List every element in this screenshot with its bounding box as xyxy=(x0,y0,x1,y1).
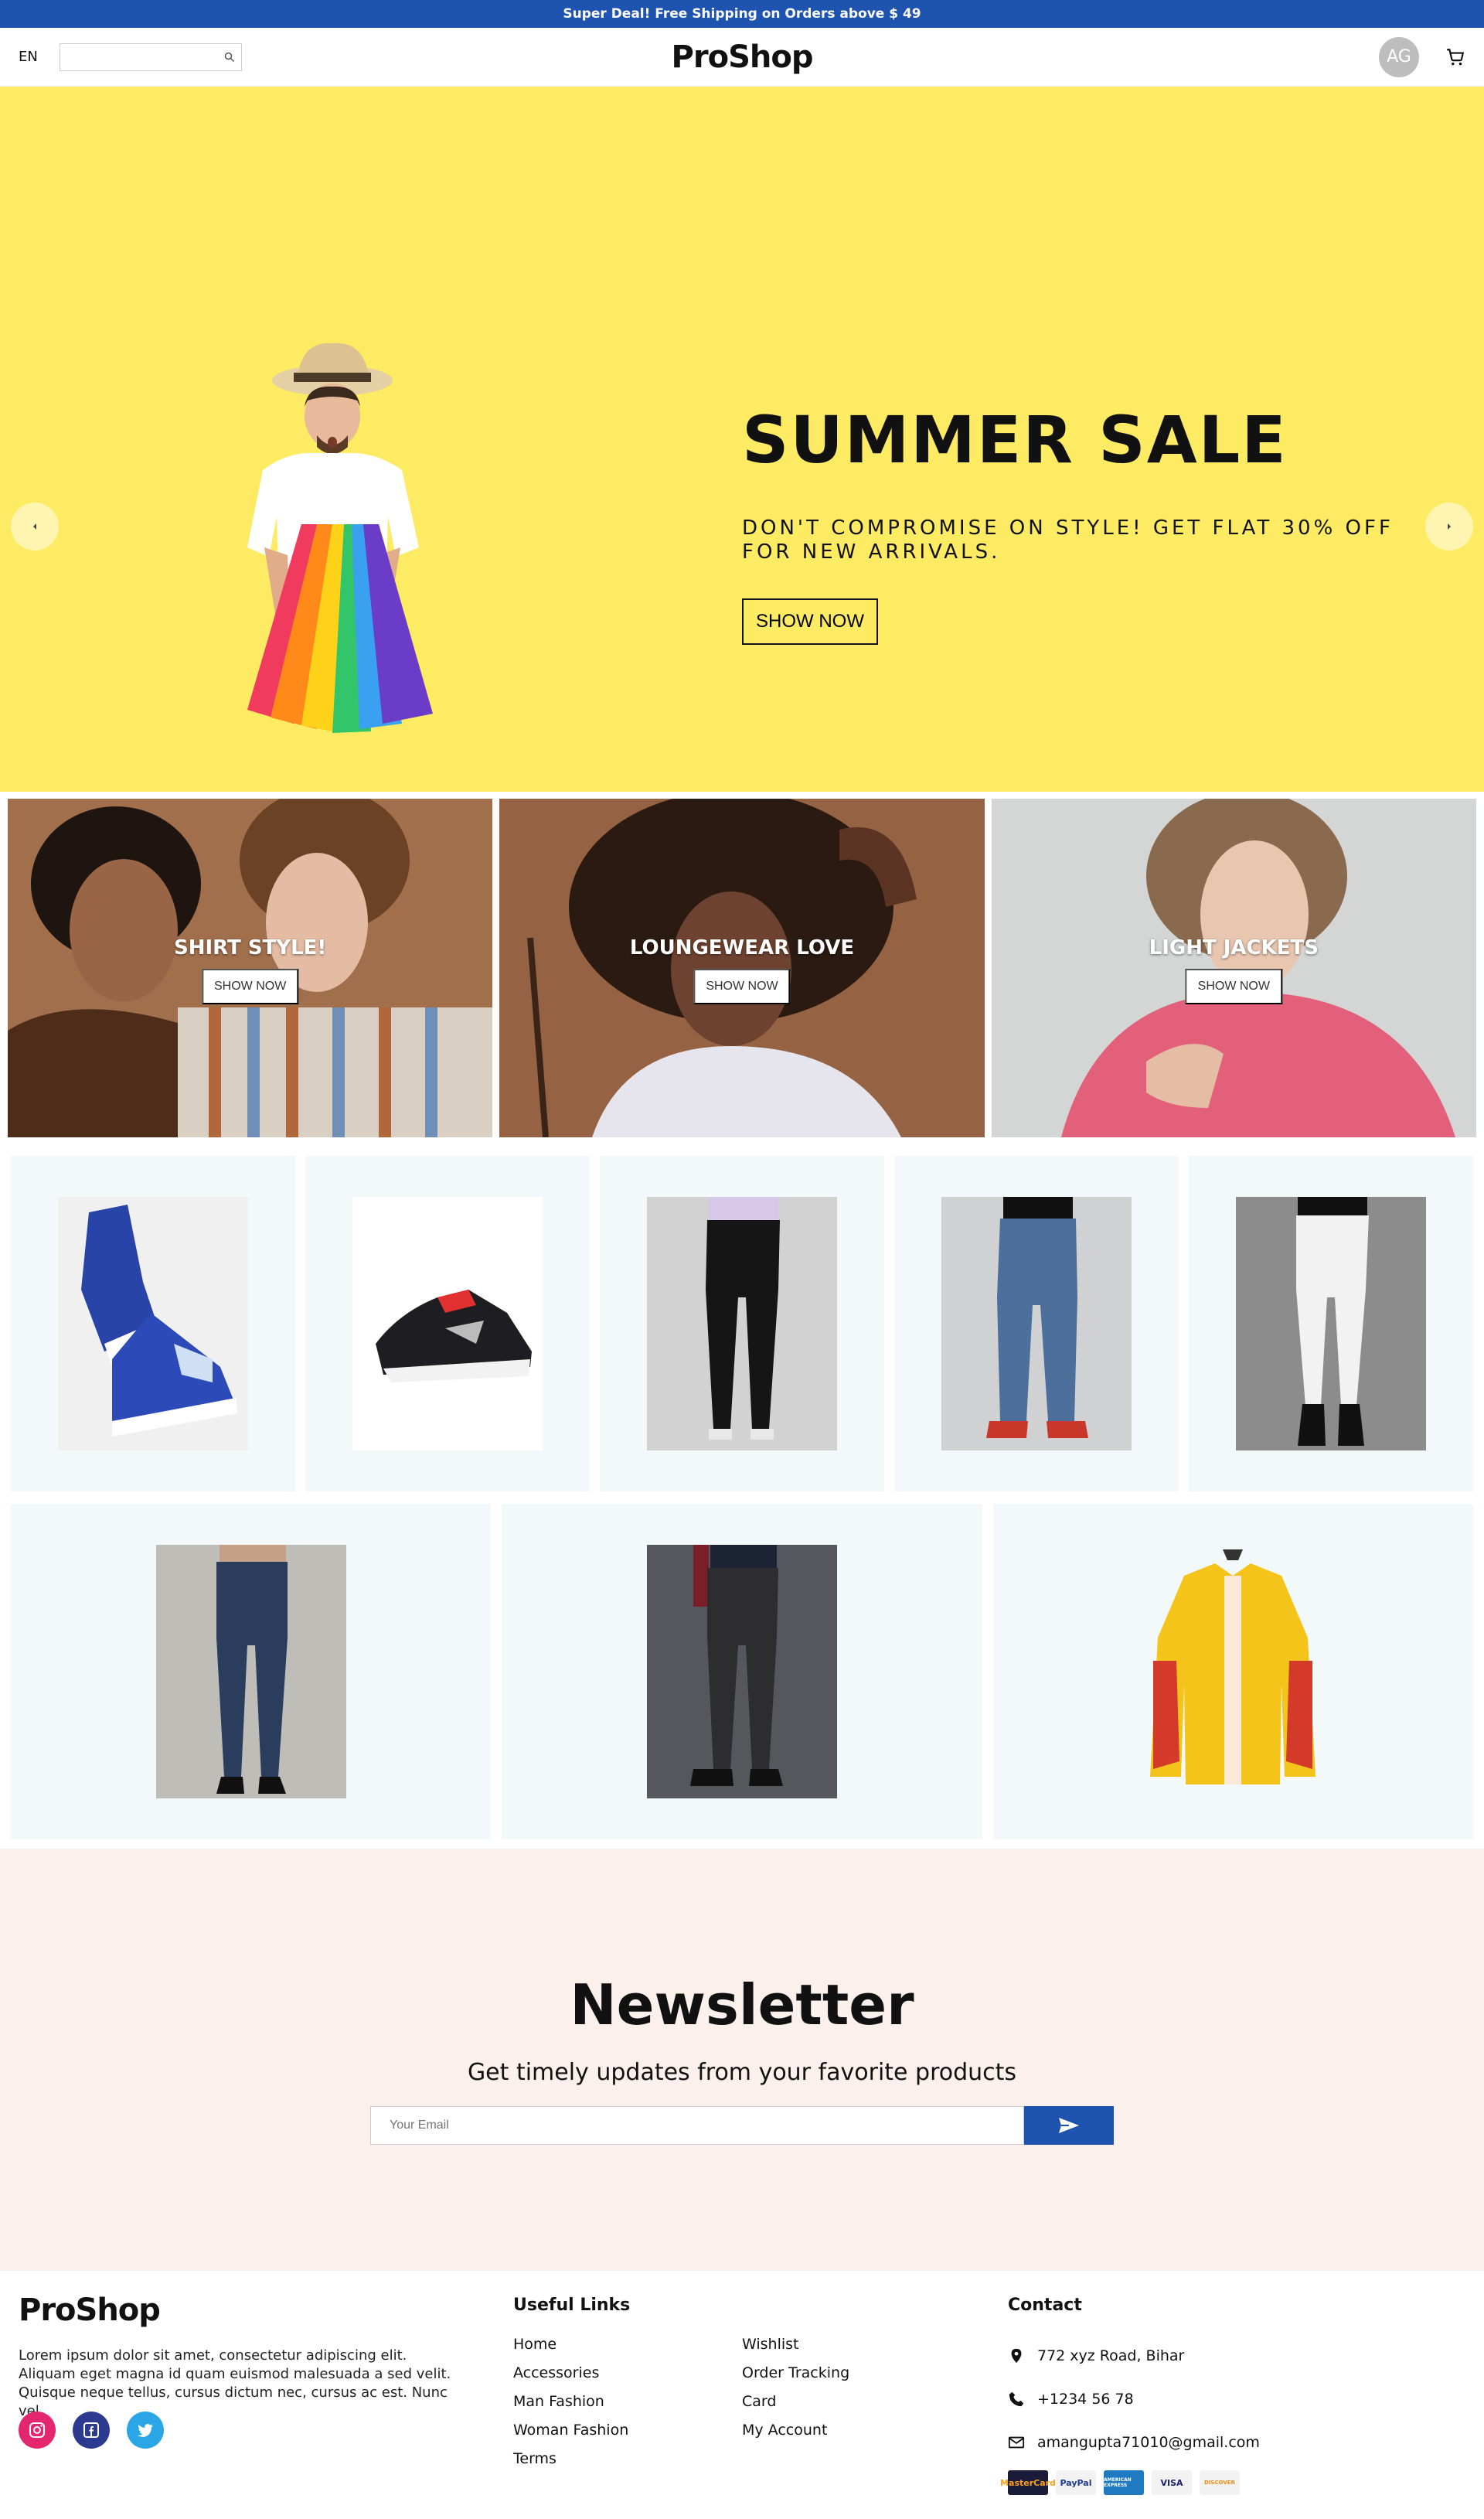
product-image-black-skinny-jeans xyxy=(647,1197,837,1450)
useful-links-col-1: Home Accessories Man Fashion Woman Fashi… xyxy=(513,2336,628,2479)
product-image-yellow-denim-jacket xyxy=(1138,1545,1329,1798)
product-card[interactable] xyxy=(305,1156,590,1491)
email-field[interactable] xyxy=(370,2106,1024,2145)
product-card[interactable] xyxy=(894,1156,1179,1491)
footer-link-my-account[interactable]: My Account xyxy=(742,2422,849,2450)
cart-icon[interactable] xyxy=(1445,47,1465,67)
location-pin-icon xyxy=(1011,2348,1022,2364)
product-card[interactable] xyxy=(502,1504,982,1839)
contact-heading: Contact xyxy=(1008,2296,1082,2315)
paypal-icon: PayPal xyxy=(1056,2470,1096,2495)
product-image-blue-mom-jeans xyxy=(941,1197,1132,1450)
send-button[interactable] xyxy=(1024,2106,1114,2145)
footer-logo[interactable]: ProShop xyxy=(19,2292,161,2328)
category-show-now-button[interactable]: SHOW NOW xyxy=(693,969,791,1004)
nav-right: AG xyxy=(1379,36,1465,77)
category-image-shirts xyxy=(8,799,493,1137)
hero-show-now-button[interactable]: SHOW NOW xyxy=(742,598,878,645)
product-card[interactable] xyxy=(11,1504,492,1839)
product-grid-row-2 xyxy=(0,1504,1484,1839)
hero-subtitle: DON'T COMPROMISE ON STYLE! GET FLAT 30% … xyxy=(742,516,1394,564)
phone-icon xyxy=(1009,2391,1024,2407)
category-image-loungewear xyxy=(499,799,985,1137)
discover-icon: DISCOVER xyxy=(1200,2470,1240,2495)
navbar: EN ProShop AG xyxy=(0,28,1484,87)
newsletter-title: Newsletter xyxy=(570,1972,914,2037)
promo-text: Super Deal! Free Shipping on Orders abov… xyxy=(563,6,921,22)
contact-phone: +1234 56 78 xyxy=(1008,2378,1260,2421)
mail-icon xyxy=(1008,2436,1025,2449)
category-title: SHIRT STYLE! xyxy=(174,936,327,960)
language-selector[interactable]: EN xyxy=(19,49,38,65)
useful-links-heading: Useful Links xyxy=(513,2296,631,2315)
amex-icon: AMERICAN EXPRESS xyxy=(1104,2470,1144,2495)
product-image-black-running-shoe xyxy=(352,1197,543,1450)
site-logo[interactable]: ProShop xyxy=(672,39,814,75)
footer-description: Lorem ipsum dolor sit amet, consectetur … xyxy=(19,2347,451,2419)
category-card-loungewear[interactable]: LOUNGEWEAR LOVE SHOW NOW xyxy=(499,799,985,1137)
category-card-shirts[interactable]: SHIRT STYLE! SHOW NOW xyxy=(8,799,493,1137)
footer-link-accessories[interactable]: Accessories xyxy=(513,2364,628,2393)
product-card[interactable] xyxy=(992,1504,1473,1839)
email-text: amangupta71010@gmail.com xyxy=(1037,2434,1260,2451)
footer-link-order-tracking[interactable]: Order Tracking xyxy=(742,2364,849,2393)
contact-address: 772 xyz Road, Bihar xyxy=(1008,2334,1260,2378)
contact-list: 772 xyz Road, Bihar +1234 56 78 amangupt… xyxy=(1008,2334,1260,2464)
category-image-jackets xyxy=(991,799,1476,1137)
search-icon[interactable] xyxy=(224,52,235,63)
hero-banner: SUMMER SALE DON'T COMPROMISE ON STYLE! G… xyxy=(0,87,1484,792)
category-row: SHIRT STYLE! SHOW NOW LOUNGEWEAR LOVE SH… xyxy=(0,799,1484,1137)
instagram-icon[interactable] xyxy=(19,2412,56,2449)
category-card-jackets[interactable]: LIGHT JACKETS SHOW NOW xyxy=(991,799,1476,1137)
product-image-blue-sneakers xyxy=(58,1197,248,1450)
category-show-now-button[interactable]: SHOW NOW xyxy=(1185,969,1282,1004)
footer-link-man-fashion[interactable]: Man Fashion xyxy=(513,2393,628,2422)
arrow-left-icon[interactable] xyxy=(11,503,59,550)
mastercard-icon: MasterCard xyxy=(1000,2470,1056,2495)
product-image-mens-charcoal-jeans xyxy=(646,1545,837,1798)
product-image-mens-blue-jeans xyxy=(155,1545,346,1798)
product-card[interactable] xyxy=(600,1156,884,1491)
newsletter-section: Newsletter Get timely updates from your … xyxy=(0,1849,1484,2271)
phone-text: +1234 56 78 xyxy=(1037,2391,1134,2408)
nav-left: EN xyxy=(19,43,242,71)
product-card[interactable] xyxy=(11,1156,295,1491)
useful-links-col-2: Wishlist Order Tracking Card My Account xyxy=(742,2336,849,2450)
footer: ProShop Lorem ipsum dolor sit amet, cons… xyxy=(0,2271,1484,2510)
promo-bar: Super Deal! Free Shipping on Orders abov… xyxy=(0,0,1484,28)
address-text: 772 xyz Road, Bihar xyxy=(1037,2347,1185,2364)
social-links xyxy=(19,2412,164,2449)
product-image-white-skinny-jeans xyxy=(1236,1197,1426,1450)
newsletter-form xyxy=(370,2106,1114,2145)
hero-image xyxy=(247,343,433,733)
avatar[interactable]: AG xyxy=(1379,36,1419,77)
search-box xyxy=(59,43,242,71)
footer-link-card[interactable]: Card xyxy=(742,2393,849,2422)
category-title: LOUNGEWEAR LOVE xyxy=(629,936,855,960)
hero-text: SUMMER SALE DON'T COMPROMISE ON STYLE! G… xyxy=(742,402,1422,645)
send-icon xyxy=(1059,2118,1079,2133)
arrow-right-icon[interactable] xyxy=(1425,503,1473,550)
hero-title: SUMMER SALE xyxy=(742,402,1288,478)
product-card[interactable] xyxy=(1189,1156,1473,1491)
footer-link-wishlist[interactable]: Wishlist xyxy=(742,2336,849,2364)
search-input[interactable] xyxy=(60,43,224,70)
contact-email: amangupta71010@gmail.com xyxy=(1008,2421,1260,2464)
visa-icon: VISA xyxy=(1152,2470,1192,2495)
footer-link-home[interactable]: Home xyxy=(513,2336,628,2364)
category-show-now-button[interactable]: SHOW NOW xyxy=(201,969,299,1004)
category-title: LIGHT JACKETS xyxy=(1149,936,1319,960)
facebook-icon[interactable] xyxy=(73,2412,110,2449)
footer-link-woman-fashion[interactable]: Woman Fashion xyxy=(513,2422,628,2450)
product-grid-row-1 xyxy=(0,1156,1484,1491)
footer-link-terms[interactable]: Terms xyxy=(513,2450,628,2479)
newsletter-subtitle: Get timely updates from your favorite pr… xyxy=(467,2059,1017,2086)
payment-methods: MasterCard PayPal AMERICAN EXPRESS VISA … xyxy=(1000,2470,1240,2495)
twitter-icon[interactable] xyxy=(127,2412,164,2449)
